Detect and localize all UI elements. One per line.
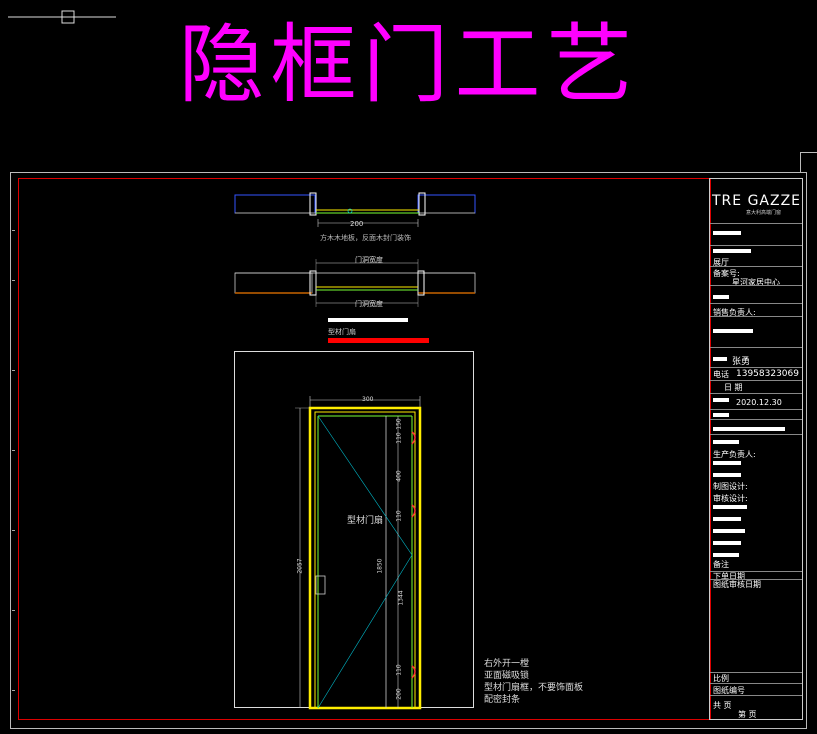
note-line: 配密封条	[484, 695, 521, 705]
elev-height-dim-outer: 2057	[296, 558, 304, 574]
tb-value-phone: 13958323069	[736, 369, 799, 379]
hinge-dim-7: 200	[395, 688, 403, 700]
tb-label-review-date: 图纸审核日期	[713, 580, 761, 589]
elevation-notes: 右外开一樘 亚面磁吸锁 型材门扇框，不要饰面板 配密封条	[484, 658, 583, 706]
hinge-dim-6: 110	[395, 664, 403, 676]
frame-corner-mark	[800, 152, 817, 173]
hinge-dim-4: 110	[395, 510, 403, 522]
plan-top-dim: 200	[350, 220, 364, 228]
tb-label-drafting: 制图设计:	[713, 482, 748, 491]
legend-bar-white	[328, 318, 408, 322]
page-title: 隐框门工艺	[178, 15, 639, 115]
hinge-dim-3: 400	[395, 470, 403, 482]
tb-label-phone: 电话	[713, 370, 729, 379]
brand-sub: 意大利高端门窗	[746, 210, 782, 216]
leaf-label: 型材门扇	[347, 516, 384, 526]
note-line: 型材门扇框，不要饰面板	[484, 683, 584, 693]
tb-label-review: 审核设计:	[713, 494, 748, 503]
plan-mid-top-dim: 门洞宽度	[355, 256, 383, 264]
door-elevation	[295, 396, 422, 710]
tb-label-date: 日 期	[724, 383, 743, 392]
tb-value-date: 2020.12.30	[736, 398, 782, 407]
note-line: 右外开一樘	[484, 659, 530, 669]
note-line: 亚面磁吸锁	[484, 671, 530, 681]
legend-label: 型材门扇	[328, 328, 356, 336]
tb-label-production: 生产负责人:	[713, 450, 756, 459]
tb-value-name: 张勇	[732, 357, 751, 367]
tb-value-page: 第 页	[738, 710, 757, 719]
hinge-dim-1: 110	[395, 432, 403, 444]
elev-height-dim-inner: 1850	[376, 558, 384, 574]
plan-top-caption: 方木木地板，反面木封门装饰	[320, 234, 411, 242]
legend-bar-red	[328, 338, 429, 343]
tb-label-pages: 共 页	[713, 701, 732, 710]
tb-label-remark: 备注	[713, 560, 729, 569]
tb-value-center: 星河家居中心	[732, 278, 780, 287]
brand-logo: TRE GAZZE	[712, 193, 802, 209]
elev-width-dim: 300	[362, 396, 374, 403]
plan-mid-bottom-dim: 门洞宽度	[355, 300, 383, 308]
hinge-dim-2: 150	[395, 418, 403, 430]
title-block: TRE GAZZE 意大利高端门窗 展厅 备案号: 星河家居中心 销售负责人: …	[709, 178, 803, 720]
hinge-dim-5: 1344	[397, 590, 405, 606]
